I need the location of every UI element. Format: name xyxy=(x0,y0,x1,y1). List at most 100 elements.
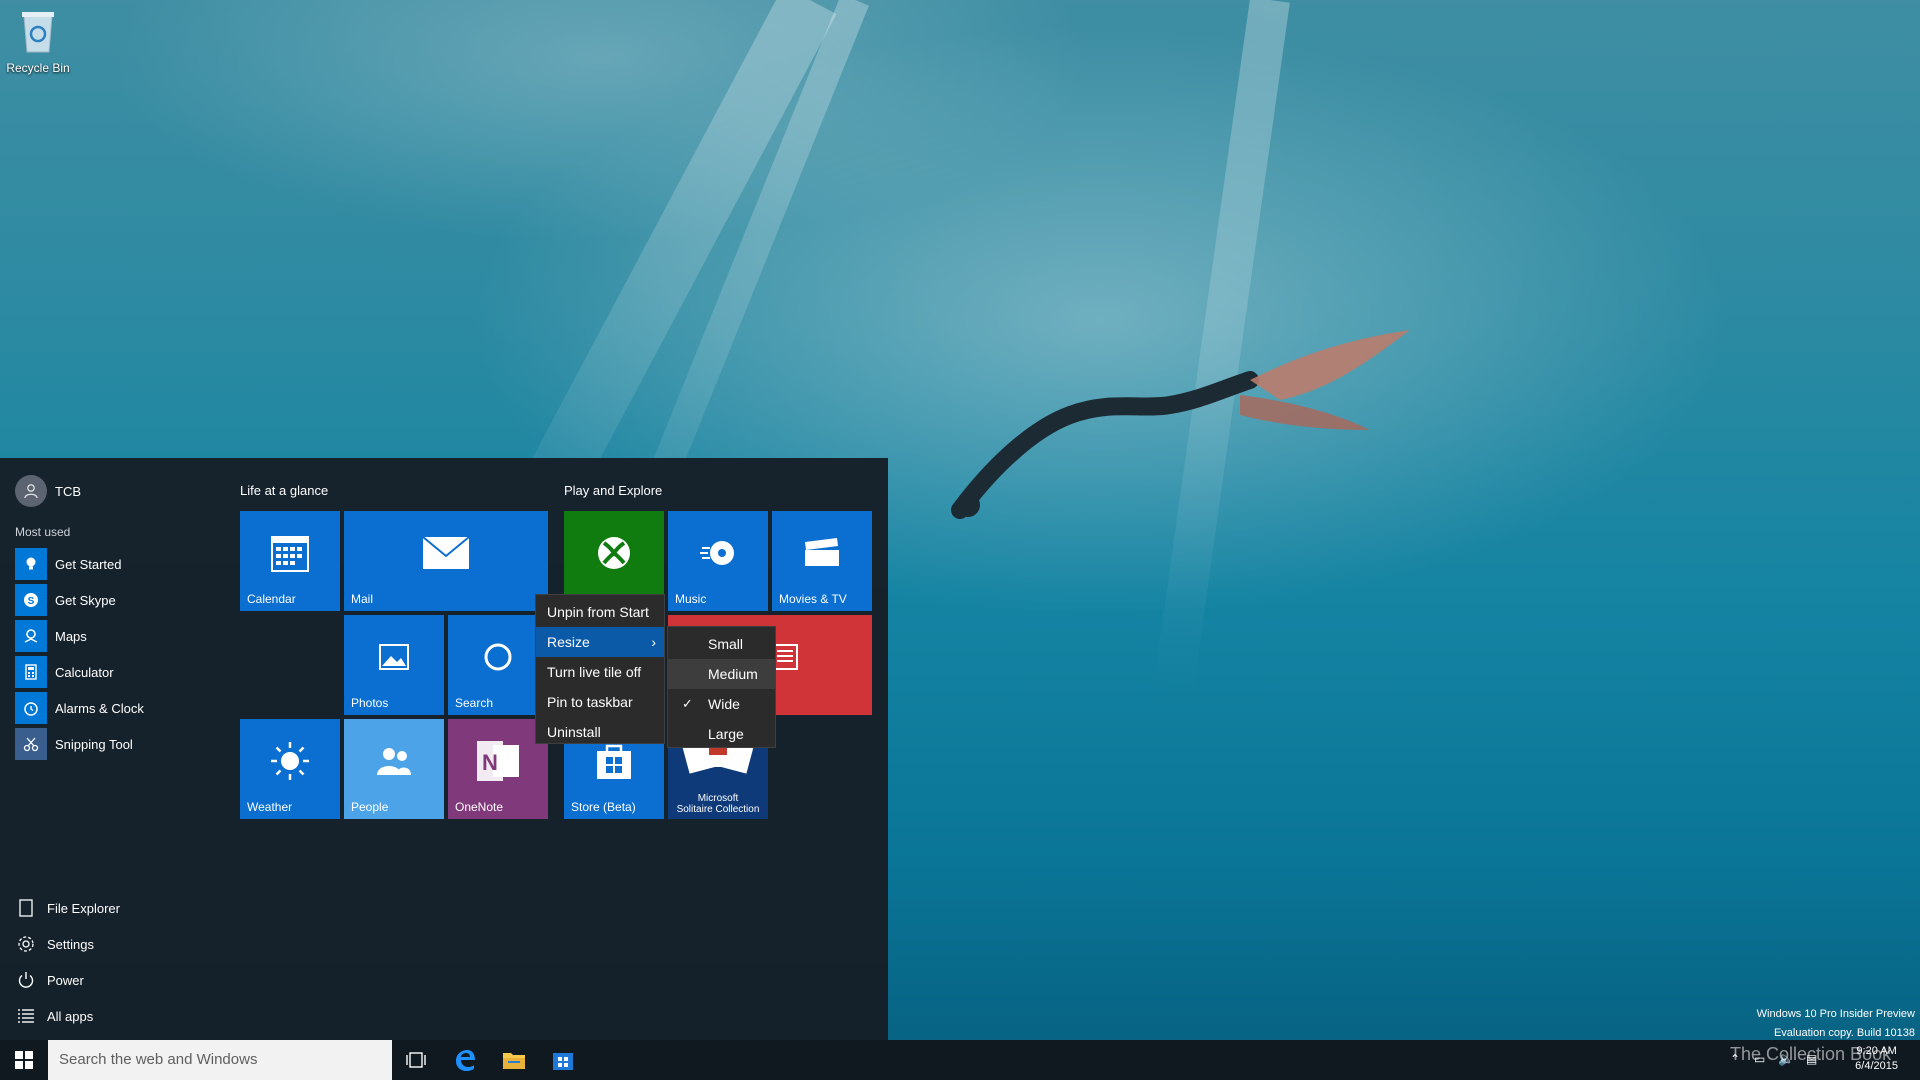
people-icon xyxy=(377,748,411,775)
calculator-icon xyxy=(15,656,47,688)
start-menu: TCB Most used Get Started S Get Skype Ma… xyxy=(0,458,888,1040)
resize-medium[interactable]: Medium xyxy=(668,659,775,689)
most-used-calculator[interactable]: Calculator xyxy=(15,654,215,690)
start-button[interactable] xyxy=(0,1040,48,1080)
scissors-icon xyxy=(15,728,47,760)
list-item-label: Get Skype xyxy=(55,592,116,608)
tile-mail[interactable]: Mail xyxy=(344,511,548,611)
menu-item-resize[interactable]: Resize › xyxy=(536,627,664,657)
calendar-icon xyxy=(271,536,309,572)
file-explorer-icon xyxy=(15,897,37,919)
tile-context-menu: Unpin from Start Resize › Turn live tile… xyxy=(535,594,665,744)
onenote-icon: N xyxy=(477,741,519,781)
edge-button[interactable] xyxy=(441,1040,489,1080)
mail-icon xyxy=(422,536,470,569)
store-bag-icon xyxy=(597,744,631,779)
user-icon xyxy=(24,484,38,499)
solitaire-line-2: Solitaire Collection xyxy=(676,804,760,815)
folder-icon xyxy=(503,1053,525,1069)
file-explorer-button[interactable]: File Explorer xyxy=(15,890,215,926)
bottom-item-label: Settings xyxy=(47,936,94,952)
taskbar: Search the web and Windows ⌃ ▭ 🔈 ▤ 9:20 … xyxy=(0,1040,1920,1080)
tile-people[interactable]: People xyxy=(344,719,444,819)
menu-item-uninstall[interactable]: Uninstall xyxy=(536,717,664,747)
list-icon xyxy=(15,1005,37,1027)
most-used-maps[interactable]: Maps xyxy=(15,618,215,654)
recycle-bin-label: Recycle Bin xyxy=(6,61,70,75)
most-used-get-started[interactable]: Get Started xyxy=(15,546,215,582)
all-apps-button[interactable]: All apps xyxy=(15,998,215,1034)
tile-label: People xyxy=(351,800,389,814)
list-item-label: Snipping Tool xyxy=(55,736,133,752)
list-item-label: Maps xyxy=(55,628,87,644)
most-used-list: Get Started S Get Skype Maps Calculator … xyxy=(15,546,215,762)
resize-large[interactable]: Large xyxy=(668,719,775,749)
bottom-item-label: File Explorer xyxy=(47,900,120,916)
tile-label: Music xyxy=(675,592,707,606)
menu-item-pin-to-taskbar[interactable]: Pin to taskbar xyxy=(536,687,664,717)
task-view-button[interactable] xyxy=(392,1040,440,1080)
taskbar-search-box[interactable]: Search the web and Windows xyxy=(48,1040,392,1080)
tile-movies-tv[interactable]: Movies & TV xyxy=(772,511,872,611)
user-account-button[interactable]: TCB xyxy=(15,475,81,507)
edge-icon xyxy=(456,1050,475,1071)
checkmark-icon: ✓ xyxy=(682,696,693,711)
tile-calendar[interactable]: Calendar xyxy=(240,511,340,611)
tile-label: Weather xyxy=(247,800,293,814)
recycle-bin-icon xyxy=(22,12,54,53)
tile-label: Store (Beta) xyxy=(571,800,636,814)
resize-wide[interactable]: ✓ Wide xyxy=(668,689,775,719)
most-used-alarms-clock[interactable]: Alarms & Clock xyxy=(15,690,215,726)
recycle-bin[interactable]: Recycle Bin xyxy=(6,8,70,75)
list-item-label: Alarms & Clock xyxy=(55,700,144,716)
xbox-icon xyxy=(598,537,630,569)
alarm-clock-icon xyxy=(15,692,47,724)
task-view-icon xyxy=(406,1052,426,1068)
svg-text:N: N xyxy=(482,750,498,775)
most-used-get-skype[interactable]: S Get Skype xyxy=(15,582,215,618)
diver-image xyxy=(951,330,1410,519)
power-icon xyxy=(15,969,37,991)
maps-icon xyxy=(15,620,47,652)
build-watermark: Windows 10 Pro Insider Preview Evaluatio… xyxy=(1757,1005,1915,1043)
tile-label: Microsoft Solitaire Collection xyxy=(668,793,768,815)
cortana-circle-icon xyxy=(484,643,512,671)
bottom-item-label: Power xyxy=(47,972,84,988)
tile-photos[interactable]: Photos xyxy=(344,615,444,715)
group-play-and-explore: Play and Explore xyxy=(564,483,663,498)
solitaire-line-1: Microsoft xyxy=(697,793,739,804)
tile-label: Photos xyxy=(351,696,389,710)
windows-logo-icon xyxy=(15,1051,33,1069)
settings-button[interactable]: Settings xyxy=(15,926,215,962)
tile-label: Calendar xyxy=(247,592,296,606)
tile-label: Mail xyxy=(351,592,374,606)
avatar xyxy=(15,475,47,507)
chevron-right-icon: › xyxy=(651,634,656,650)
menu-item-turn-live-tile-off[interactable]: Turn live tile off xyxy=(536,657,664,687)
start-bottom-list: File Explorer Settings Power All apps xyxy=(15,890,215,1034)
watermark-text: The Collection Book xyxy=(1730,1044,1892,1064)
most-used-snipping-tool[interactable]: Snipping Tool xyxy=(15,726,215,762)
menu-item-label: Resize xyxy=(547,634,590,650)
most-used-heading: Most used xyxy=(15,525,71,539)
resize-submenu: Small Medium ✓ Wide Large xyxy=(667,626,776,748)
menu-item-unpin-from-start[interactable]: Unpin from Start xyxy=(536,597,664,627)
tile-music[interactable]: Music xyxy=(668,511,768,611)
svg-text:S: S xyxy=(28,596,35,607)
lightbulb-icon xyxy=(15,548,47,580)
resize-small[interactable]: Small xyxy=(668,629,775,659)
music-disc-icon xyxy=(700,541,734,565)
store-taskbar-button[interactable] xyxy=(539,1040,587,1080)
tile-onenote[interactable]: N OneNote xyxy=(448,719,548,819)
tile-label: Movies & TV xyxy=(779,592,847,606)
list-item-label: Calculator xyxy=(55,664,114,680)
power-button[interactable]: Power xyxy=(15,962,215,998)
tile-label: Search xyxy=(455,696,494,710)
user-name: TCB xyxy=(55,483,81,499)
file-explorer-taskbar-button[interactable] xyxy=(490,1040,538,1080)
tile-label: OneNote xyxy=(455,800,504,814)
photos-icon xyxy=(379,644,409,670)
submenu-item-label: Wide xyxy=(708,696,740,712)
tile-search[interactable]: Search xyxy=(448,615,548,715)
tile-weather[interactable]: Weather xyxy=(240,719,340,819)
